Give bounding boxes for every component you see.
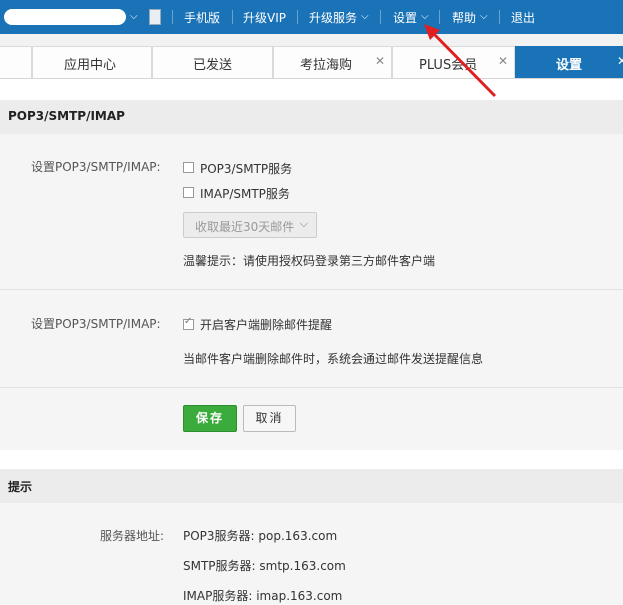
red-arrow-annotation: [424, 24, 497, 98]
arrow-shaft: [430, 30, 497, 98]
